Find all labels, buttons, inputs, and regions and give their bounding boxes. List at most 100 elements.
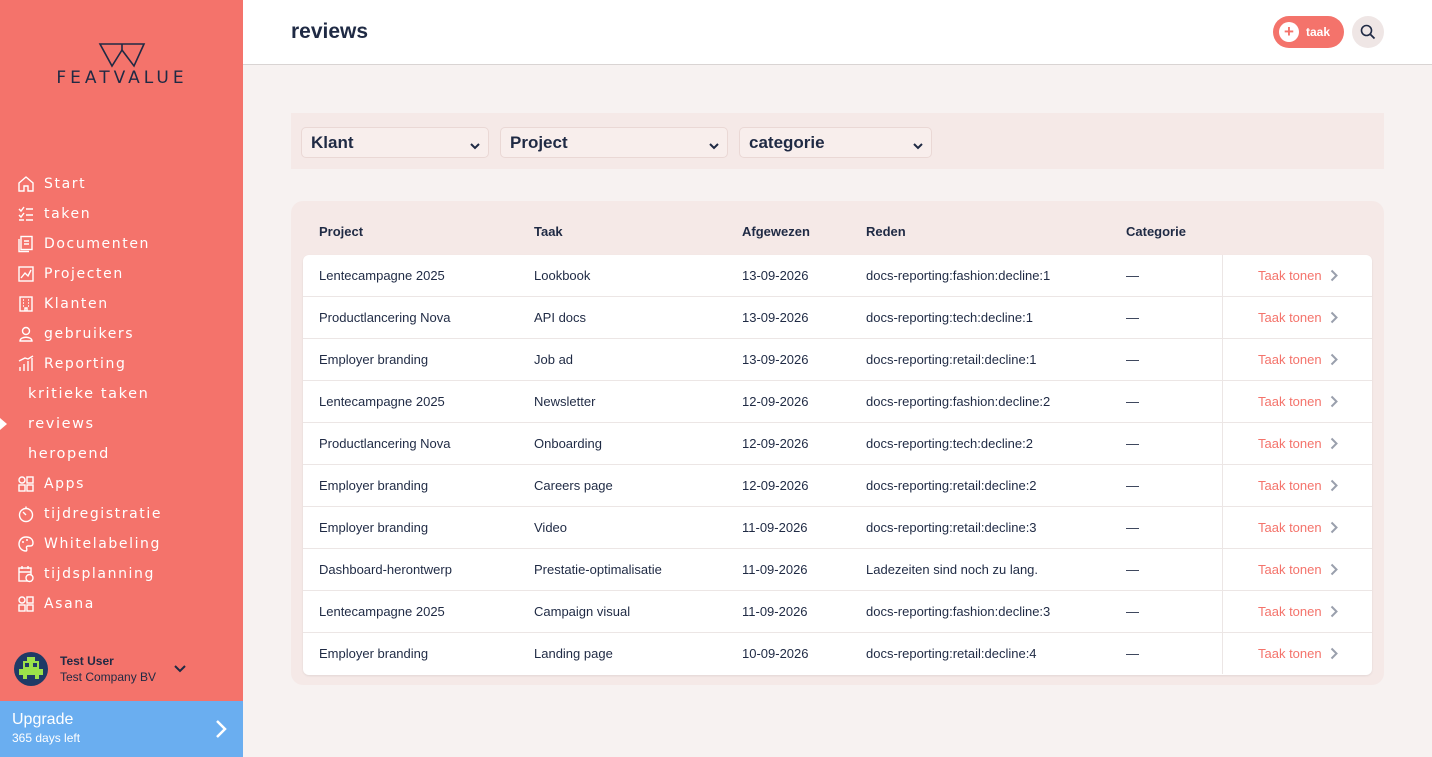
sidebar-item-klanten[interactable]: Klanten	[0, 289, 243, 319]
user-company: Test Company BV	[60, 670, 157, 684]
sidebar-item-label: gebruikers	[44, 326, 135, 342]
sidebar-item-tijdsplanning[interactable]: tijdsplanning	[0, 559, 243, 589]
show-task-label: Taak tonen	[1258, 436, 1322, 451]
avatar-robot-icon	[19, 657, 43, 679]
show-task-link[interactable]: Taak tonen	[1222, 423, 1372, 464]
project-select[interactable]: Project	[500, 127, 728, 158]
cell-project: Employer branding	[319, 520, 429, 535]
header-project: Project	[319, 224, 364, 239]
page-title: reviews	[291, 20, 369, 43]
categorie-select-value: categorie	[749, 132, 825, 152]
table-row: Dashboard-herontwerp Prestatie-optimalisa…	[303, 549, 1372, 591]
apps-icon	[17, 595, 35, 613]
cell-afgewezen: 12-09-2026	[742, 478, 809, 493]
table-row: Employer branding Job ad 13-09-2026 docs-re…	[303, 339, 1372, 381]
cell-taak: Job ad	[534, 352, 574, 367]
cell-categorie: —	[1126, 478, 1139, 493]
cell-categorie: —	[1126, 604, 1139, 619]
show-task-label: Taak tonen	[1258, 646, 1322, 661]
sidebar-item-label: taken	[44, 206, 92, 222]
cell-afgewezen: 12-09-2026	[742, 436, 809, 451]
add-task-label: taak	[1306, 25, 1331, 39]
klant-select[interactable]: Klant	[301, 127, 489, 158]
cell-taak: Newsletter	[534, 394, 596, 409]
add-task-button[interactable]: + taak	[1273, 16, 1344, 48]
show-task-link[interactable]: Taak tonen	[1222, 591, 1372, 632]
calendar-clock-icon	[17, 565, 35, 583]
sidebar-item-label: Documenten	[44, 236, 151, 252]
show-task-link[interactable]: Taak tonen	[1222, 549, 1372, 590]
table-row: Lentecampagne 2025 Campaign visual 11-09-2…	[303, 591, 1372, 633]
show-task-link[interactable]: Taak tonen	[1222, 507, 1372, 548]
cell-afgewezen: 13-09-2026	[742, 310, 809, 325]
sidebar-item-documenten[interactable]: Documenten	[0, 229, 243, 259]
cell-reden: docs-reporting:tech:decline:1	[866, 310, 1033, 325]
show-task-label: Taak tonen	[1258, 478, 1322, 493]
sidebar-item-reporting[interactable]: Reporting	[0, 349, 243, 379]
sidebar-item-apps[interactable]: Apps	[0, 469, 243, 499]
user-menu[interactable]: Test User Test Company BV	[14, 650, 229, 688]
cell-afgewezen: 10-09-2026	[742, 646, 809, 661]
cell-categorie: —	[1126, 562, 1139, 577]
sidebar-item-label: tijdsplanning	[44, 566, 156, 582]
cell-reden: docs-reporting:retail:decline:2	[866, 478, 1037, 493]
sidebar-item-taken[interactable]: taken	[0, 199, 243, 229]
cell-categorie: —	[1126, 646, 1139, 661]
cell-project: Dashboard-herontwerp	[319, 562, 452, 577]
chevron-right-icon	[1330, 647, 1338, 660]
cell-reden: docs-reporting:retail:decline:3	[866, 520, 1037, 535]
show-task-link[interactable]: Taak tonen	[1222, 633, 1372, 674]
show-task-label: Taak tonen	[1258, 352, 1322, 367]
sidebar-item-reviews[interactable]: reviews	[0, 409, 243, 439]
bar-chart-icon	[17, 355, 35, 373]
table-row: Employer branding Careers page 12-09-2026 d…	[303, 465, 1372, 507]
cell-project: Productlancering Nova	[319, 436, 451, 451]
cell-project: Employer branding	[319, 352, 429, 367]
chevron-right-icon	[1330, 605, 1338, 618]
cell-taak: Lookbook	[534, 268, 591, 283]
sidebar-item-kritieke-taken[interactable]: kritieke taken	[0, 379, 243, 409]
klant-select-value: Klant	[311, 132, 354, 152]
search-icon	[1360, 24, 1376, 40]
sidebar-item-asana[interactable]: Asana	[0, 589, 243, 619]
chevron-down-icon[interactable]	[174, 660, 186, 678]
sidebar-item-tijdregistratie[interactable]: tijdregistratie	[0, 499, 243, 529]
featvalue-logo[interactable]: FEATVALUE	[36, 40, 208, 92]
table-row: Lentecampagne 2025 Newsletter 12-09-2026 do…	[303, 381, 1372, 423]
upgrade-title: Upgrade	[12, 711, 74, 728]
sidebar-item-label: tijdregistratie	[44, 506, 163, 522]
show-task-label: Taak tonen	[1258, 268, 1322, 283]
cell-afgewezen: 13-09-2026	[742, 268, 809, 283]
sidebar-item-projecten[interactable]: Projecten	[0, 259, 243, 289]
cell-project: Employer branding	[319, 478, 429, 493]
cell-taak: Onboarding	[534, 436, 602, 451]
sidebar-item-gebruikers[interactable]: gebruikers	[0, 319, 243, 349]
checklist-icon	[17, 205, 35, 223]
sidebar-item-start[interactable]: Start	[0, 169, 243, 199]
upgrade-banner[interactable]: Upgrade 365 days left	[0, 701, 243, 757]
table-row: Employer branding Video 11-09-2026 docs-rep…	[303, 507, 1372, 549]
show-task-link[interactable]: Taak tonen	[1222, 339, 1372, 380]
sidebar-item-label: Apps	[44, 476, 86, 492]
table-row: Lentecampagne 2025 Lookbook 13-09-2026 docs…	[303, 255, 1372, 297]
header-reden: Reden	[866, 224, 906, 239]
main-nav: Start taken Documenten Projecten Klanten gebr…	[0, 169, 243, 619]
cell-project: Productlancering Nova	[319, 310, 451, 325]
show-task-link[interactable]: Taak tonen	[1222, 255, 1372, 296]
categorie-select[interactable]: categorie	[739, 127, 932, 158]
timer-icon	[17, 505, 35, 523]
user-icon	[17, 325, 35, 343]
cell-reden: docs-reporting:retail:decline:1	[866, 352, 1037, 367]
show-task-link[interactable]: Taak tonen	[1222, 297, 1372, 338]
show-task-link[interactable]: Taak tonen	[1222, 381, 1372, 422]
home-icon	[17, 175, 35, 193]
show-task-link[interactable]: Taak tonen	[1222, 465, 1372, 506]
show-task-label: Taak tonen	[1258, 562, 1322, 577]
show-task-label: Taak tonen	[1258, 394, 1322, 409]
table-header: Project Taak Afgewezen Reden Categorie	[291, 201, 1384, 254]
sidebar-item-heropend[interactable]: heropend	[0, 439, 243, 469]
building-icon	[17, 295, 35, 313]
table-body: Lentecampagne 2025 Lookbook 13-09-2026 docs…	[303, 255, 1372, 675]
search-button[interactable]	[1352, 16, 1384, 48]
sidebar-item-whitelabeling[interactable]: Whitelabeling	[0, 529, 243, 559]
